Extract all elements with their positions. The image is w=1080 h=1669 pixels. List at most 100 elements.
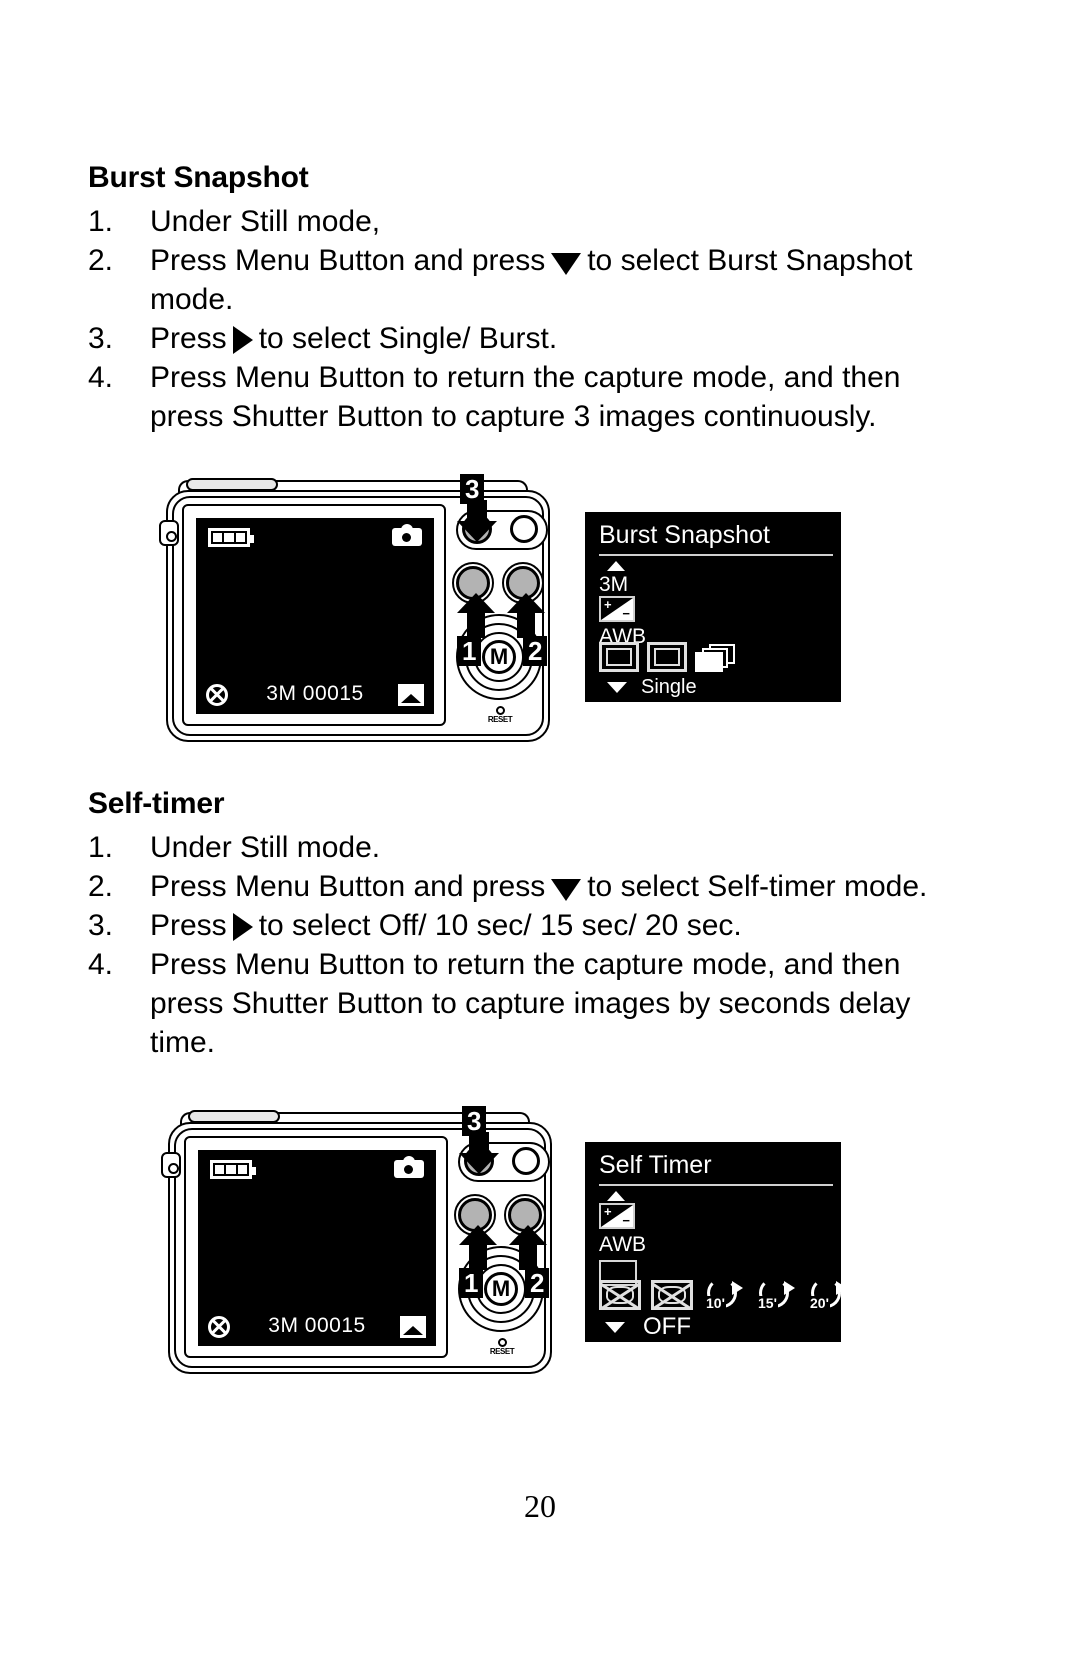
- camera-strap-lug: [161, 1152, 181, 1178]
- self-timer-off-icon-selected[interactable]: [599, 1280, 641, 1310]
- mode-button: [510, 515, 538, 543]
- list-number: 2.: [88, 244, 114, 277]
- menu-row-resolution[interactable]: 3M: [585, 573, 841, 596]
- callout-badge: 1: [457, 636, 482, 666]
- self-timer-20sec-icon[interactable]: 20': [807, 1276, 849, 1310]
- timer-pointer: [836, 1281, 847, 1295]
- timer-seconds-label: 20': [809, 1295, 830, 1311]
- callout-arrow-up-icon: [509, 1225, 547, 1270]
- menu-divider: [599, 1184, 833, 1186]
- list-text: Press Menu Button and press: [150, 870, 546, 903]
- self-timer-15sec-icon[interactable]: 15': [755, 1276, 797, 1310]
- inner-box-icon[interactable]: [647, 642, 687, 672]
- exposure-compensation-icon[interactable]: + −: [599, 596, 635, 622]
- list-item: 4. Press Menu Button to return the captur…: [88, 945, 968, 1062]
- self-timer-off-icon[interactable]: [651, 1280, 693, 1310]
- ev-minus-glyph: −: [622, 606, 630, 621]
- timer-pointer: [732, 1281, 743, 1295]
- list-item: 1. Under Still mode.: [88, 828, 968, 867]
- list-text: Press Menu Button and press: [150, 244, 546, 277]
- menu-title: Self Timer: [599, 1151, 712, 1179]
- lcd-screen: 3M 00015: [198, 1150, 436, 1346]
- list-text: Press Menu Button to return the capture …: [150, 361, 901, 433]
- list-number: 3.: [88, 322, 114, 355]
- menu-burst-snapshot: Burst Snapshot 3M + − AWB Single: [585, 512, 841, 702]
- step-list: 1. Under Still mode. 2. Press Menu Button …: [88, 828, 968, 1062]
- reset-hole-icon: [495, 706, 505, 715]
- list-number: 3.: [88, 909, 114, 942]
- callout-arrow-up-icon: [457, 593, 495, 638]
- menu-self-timer: Self Timer + − AWB 10' 15' 20' OFF: [585, 1142, 847, 1342]
- menu-row-white-balance[interactable]: AWB: [585, 1229, 841, 1256]
- step-list: 1. Under Still mode, 2. Press Menu Button …: [88, 202, 968, 436]
- page-number: 20: [524, 1488, 556, 1524]
- menu-option-row: [585, 642, 737, 672]
- exposure-compensation-icon[interactable]: + −: [599, 1203, 635, 1229]
- timer-seconds-label: 15': [757, 1295, 778, 1311]
- menu-selected-value: OFF: [643, 1313, 691, 1340]
- menu-divider: [599, 554, 833, 556]
- timer-seconds-label: 10': [705, 1295, 726, 1311]
- menu-selected-value: Single: [641, 676, 697, 698]
- camera-strap-lug: [159, 520, 179, 546]
- camera-illustration: 3M 00015 M RESET 3 1 2: [159, 474, 560, 753]
- mode-dial-label: M: [482, 640, 516, 674]
- callout-badge: 2: [525, 1268, 550, 1298]
- reset-hole-icon: [497, 1338, 507, 1347]
- list-item: 4. Press Menu Button to return the captur…: [88, 358, 968, 436]
- callout-arrow-down-icon: [459, 1132, 499, 1174]
- ev-plus-glyph: +: [604, 1204, 612, 1219]
- menu-option-row: 10' 15' 20': [585, 1276, 849, 1310]
- list-number: 1.: [88, 831, 114, 864]
- memory-card-icon: [400, 1316, 426, 1338]
- scroll-up-arrow-icon[interactable]: [607, 1191, 625, 1201]
- single-box-icon[interactable]: [599, 642, 639, 672]
- list-text-after: to select Single/ Burst.: [258, 322, 558, 355]
- list-text: Under Still mode,: [150, 205, 381, 238]
- callout-arrow-down-icon: [457, 500, 497, 542]
- right-triangle-icon: [232, 913, 253, 941]
- menu-title: Burst Snapshot: [599, 521, 770, 549]
- right-triangle-icon: [232, 326, 253, 354]
- section-heading: Burst Snapshot: [88, 161, 309, 194]
- reset-label: RESET: [487, 715, 513, 724]
- scroll-down-arrow-icon[interactable]: [605, 1321, 625, 1333]
- list-text: Under Still mode.: [150, 831, 381, 864]
- list-item: 3. Press to select Single/ Burst.: [88, 319, 968, 358]
- memory-card-icon: [398, 684, 424, 706]
- callout-arrow-up-icon: [507, 593, 545, 638]
- list-text: Press: [150, 909, 227, 942]
- section-heading: Self-timer: [88, 787, 225, 820]
- burst-stack-icon[interactable]: [695, 644, 737, 672]
- list-text-after: to select Off/ 10 sec/ 15 sec/ 20 sec.: [258, 909, 742, 942]
- callout-badge: 2: [523, 636, 548, 666]
- list-item: 2. Press Menu Button and press to select S…: [88, 867, 968, 906]
- scroll-up-arrow-icon[interactable]: [607, 561, 625, 571]
- reset-label: RESET: [489, 1347, 515, 1356]
- list-text-after: to select Self-timer mode.: [587, 870, 928, 903]
- lcd-screen: 3M 00015: [196, 518, 434, 714]
- reset-control: RESET: [478, 706, 522, 724]
- list-number: 4.: [88, 361, 114, 394]
- list-item: 1. Under Still mode,: [88, 202, 968, 241]
- ev-plus-glyph: +: [604, 597, 612, 612]
- callout-arrow-up-icon: [459, 1225, 497, 1270]
- still-mode-icon: [392, 524, 422, 546]
- list-number: 4.: [88, 948, 114, 981]
- section-burst-snapshot: Burst Snapshot 1. Under Still mode, 2. Pre…: [88, 158, 968, 436]
- reset-control: RESET: [480, 1338, 524, 1356]
- mode-button: [512, 1147, 540, 1175]
- scroll-down-arrow-icon[interactable]: [607, 681, 627, 693]
- mode-dial-label: M: [484, 1272, 518, 1306]
- section-self-timer: Self-timer 1. Under Still mode. 2. Press M…: [88, 784, 968, 1062]
- self-timer-10sec-icon[interactable]: 10': [703, 1276, 745, 1310]
- still-mode-icon: [394, 1156, 424, 1178]
- menu-footer: Single: [585, 676, 841, 698]
- list-text: Press: [150, 322, 227, 355]
- list-item: 2. Press Menu Button and press to select B…: [88, 241, 968, 319]
- document-page: Burst Snapshot 1. Under Still mode, 2. Pre…: [0, 0, 1080, 1669]
- battery-icon: [210, 1160, 256, 1179]
- down-triangle-icon: [551, 253, 582, 275]
- down-triangle-icon: [551, 879, 582, 901]
- callout-badge: 1: [459, 1268, 484, 1298]
